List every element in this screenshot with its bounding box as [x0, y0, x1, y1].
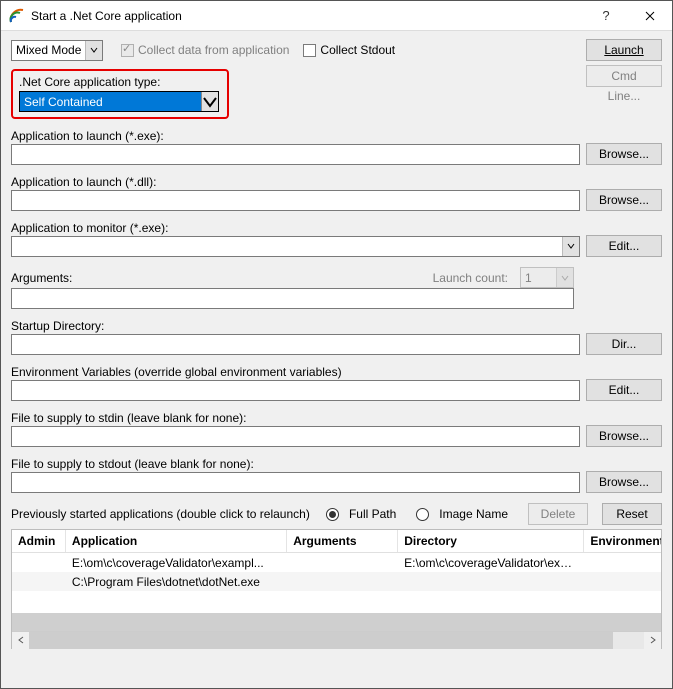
th-admin[interactable]: Admin	[12, 530, 66, 552]
help-button[interactable]: ?	[584, 1, 628, 31]
th-application[interactable]: Application	[66, 530, 287, 552]
app-dll-label: Application to launch (*.dll):	[11, 175, 156, 189]
app-monitor-label: Application to monitor (*.exe):	[11, 221, 168, 235]
app-type-group: .Net Core application type: Self Contain…	[11, 69, 229, 119]
chevron-down-icon	[556, 268, 573, 287]
app-type-label: .Net Core application type:	[19, 75, 221, 89]
dir-button[interactable]: Dir...	[586, 333, 662, 355]
cmdline-button[interactable]: Cmd Line...	[586, 65, 662, 87]
browse-stdin-button[interactable]: Browse...	[586, 425, 662, 447]
browse-dll-button[interactable]: Browse...	[586, 189, 662, 211]
mode-dropdown[interactable]: Mixed Mode	[11, 40, 103, 61]
arguments-label: Arguments:	[11, 271, 427, 285]
delete-button: Delete	[528, 503, 588, 525]
startup-dir-label: Startup Directory:	[11, 319, 104, 333]
startup-dir-input[interactable]	[11, 334, 580, 355]
horizontal-scrollbar[interactable]	[12, 631, 661, 648]
app-monitor-dropdown[interactable]	[11, 236, 580, 257]
image-name-radio[interactable]	[416, 508, 429, 521]
full-path-radio[interactable]	[326, 508, 339, 521]
launch-count-label: Launch count:	[433, 271, 508, 285]
stdin-label: File to supply to stdin (leave blank for…	[11, 411, 246, 425]
collect-stdout-label: Collect Stdout	[320, 43, 395, 57]
scroll-left-icon[interactable]	[12, 632, 29, 649]
chevron-down-icon	[562, 237, 579, 256]
stdout-label: File to supply to stdout (leave blank fo…	[11, 457, 254, 471]
titlebar: Start a .Net Core application ?	[1, 1, 672, 31]
table-empty-area	[12, 613, 661, 631]
chevron-down-icon	[201, 92, 218, 111]
th-environment[interactable]: Environment	[584, 530, 661, 552]
env-vars-input[interactable]	[11, 380, 580, 401]
arguments-input[interactable]	[11, 288, 574, 309]
collect-data-label: Collect data from application	[138, 43, 289, 57]
launch-count-dropdown: 1	[520, 267, 574, 288]
previous-apps-table[interactable]: Admin Application Arguments Directory En…	[11, 529, 662, 649]
image-name-label: Image Name	[439, 507, 508, 521]
app-type-dropdown[interactable]: Self Contained	[19, 91, 219, 112]
chevron-down-icon	[85, 41, 102, 60]
reset-button[interactable]: Reset	[602, 503, 662, 525]
window-title: Start a .Net Core application	[31, 9, 584, 23]
stdin-input[interactable]	[11, 426, 580, 447]
previous-label: Previously started applications (double …	[11, 507, 320, 521]
th-arguments[interactable]: Arguments	[287, 530, 398, 552]
app-exe-input[interactable]	[11, 144, 580, 165]
collect-data-checkbox	[121, 44, 134, 57]
collect-stdout-checkbox[interactable]	[303, 44, 316, 57]
launch-button[interactable]: Launch	[586, 39, 662, 61]
table-row[interactable]: C:\Program Files\dotnet\dotNet.exe	[12, 572, 661, 591]
app-dll-input[interactable]	[11, 190, 580, 211]
scroll-right-icon[interactable]	[644, 632, 661, 649]
edit-monitor-button[interactable]: Edit...	[586, 235, 662, 257]
env-vars-label: Environment Variables (override global e…	[11, 365, 342, 379]
th-directory[interactable]: Directory	[398, 530, 584, 552]
scroll-thumb[interactable]	[29, 632, 613, 649]
table-row[interactable]: E:\om\c\coverageValidator\exampl... E:\o…	[12, 553, 661, 572]
browse-stdout-button[interactable]: Browse...	[586, 471, 662, 493]
browse-exe-button[interactable]: Browse...	[586, 143, 662, 165]
app-icon	[9, 8, 25, 24]
stdout-input[interactable]	[11, 472, 580, 493]
close-button[interactable]	[628, 1, 672, 31]
app-exe-label: Application to launch (*.exe):	[11, 129, 164, 143]
edit-env-button[interactable]: Edit...	[586, 379, 662, 401]
full-path-label: Full Path	[349, 507, 396, 521]
